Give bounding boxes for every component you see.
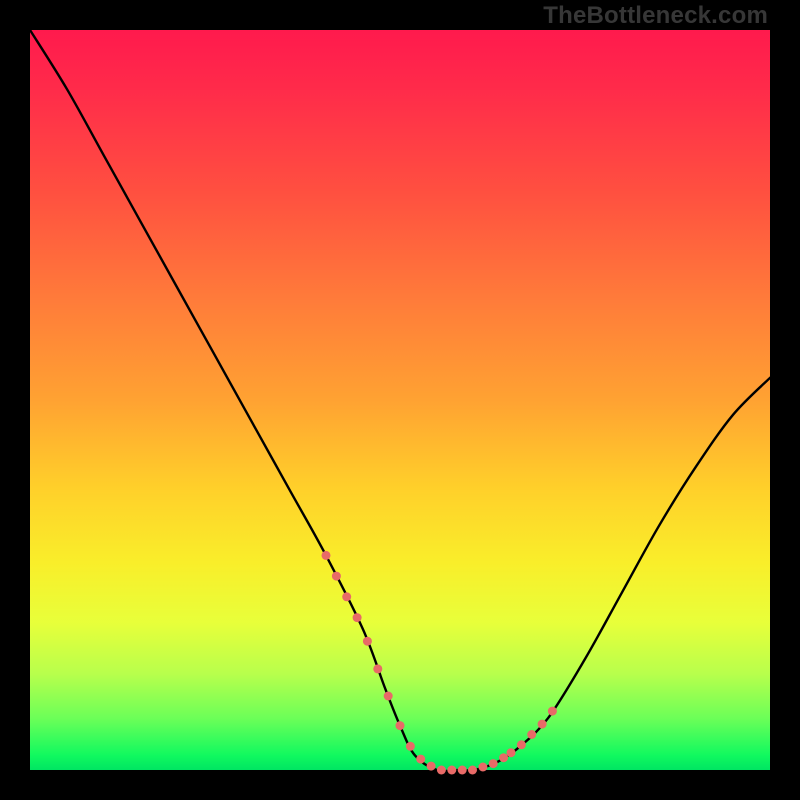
highlight-dot <box>416 755 425 764</box>
highlight-dot <box>478 763 487 772</box>
highlight-dot <box>437 766 446 775</box>
highlight-dot <box>332 572 341 581</box>
highlight-dot <box>527 730 536 739</box>
plot-area <box>30 30 770 770</box>
highlight-dot <box>373 664 382 673</box>
highlight-dot <box>384 692 393 701</box>
highlight-dot <box>427 762 436 771</box>
highlight-dot <box>342 592 351 601</box>
highlight-dot <box>396 721 405 730</box>
highlight-dot <box>363 637 372 646</box>
highlight-dot <box>548 707 557 716</box>
highlight-dot <box>447 766 456 775</box>
bottleneck-curve <box>30 30 770 771</box>
highlight-dot <box>406 742 415 751</box>
highlight-dot <box>538 720 547 729</box>
highlight-dot <box>353 613 362 622</box>
watermark-label: TheBottleneck.com <box>543 2 768 30</box>
highlight-dot <box>489 759 498 768</box>
highlight-dots <box>322 551 557 775</box>
highlight-dot <box>517 740 526 749</box>
highlight-dot <box>322 551 331 560</box>
highlight-dot <box>458 766 467 775</box>
highlight-dot <box>507 748 516 757</box>
highlight-dot <box>499 753 508 762</box>
curve-layer <box>30 30 770 770</box>
chart-frame: TheBottleneck.com <box>0 0 800 800</box>
highlight-dot <box>468 766 477 775</box>
